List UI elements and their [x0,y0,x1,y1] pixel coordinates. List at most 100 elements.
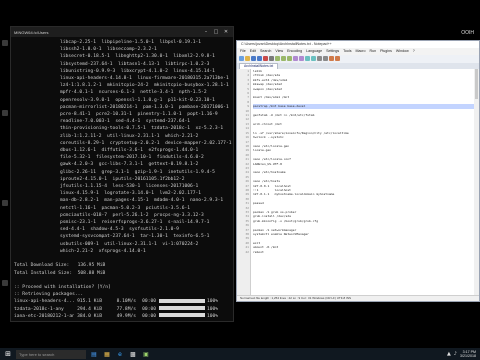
package-list-line: netctl-1.16-1 pacman-5.0.2-3 pciutils-3.… [60,205,190,211]
package-name: tzdata-2018c-1-any [14,306,64,312]
vertical-scrollbar[interactable] [474,69,479,295]
package-list-line: readline-7.0.003-1 sed-4.4-1 systemd-237… [60,119,190,125]
progress-fill [159,298,205,303]
minimize-icon[interactable]: – [202,28,210,36]
edge-browser-icon[interactable]: e [115,349,125,359]
package-size: 294.4 KiB [77,306,102,312]
package-list-line: glibc-2.26-11 grep-3.1-1 gzip-1.9-1 inet… [60,169,215,175]
download-row: linux-api-headers-4... 915.1 KiB 8.10M/s 00… [14,298,232,305]
menu-item[interactable]: Encoding [287,48,302,55]
menu-item[interactable]: Language [306,48,322,55]
windows-start-icon[interactable]: ⊞ [3,349,13,359]
menu-item[interactable]: File [240,48,246,55]
new-file-icon[interactable] [239,56,244,61]
desktop-background: OOIH [236,0,480,40]
terminal-app-icon[interactable]: ▩ [128,349,138,359]
taskbar-search-input[interactable]: Type here to search [16,349,86,359]
scrollbar-thumb[interactable] [475,69,478,99]
open-file-icon[interactable] [245,56,250,61]
task-view-icon[interactable]: ▤ [89,349,99,359]
menu-item[interactable]: Edit [250,48,256,55]
package-name: iana-etc-20180212-1-any [14,313,74,319]
print-icon[interactable] [269,56,274,61]
package-size: 384.0 KiB [77,313,102,319]
package-list-line: mpfr-4.0.1-1 ncurses-6.1-3 nettle-3.4-1 … [60,90,207,96]
package-list-line: libsystemd-237.64-1 libtasn1-4.13-1 libt… [60,61,210,67]
paste-icon[interactable] [287,56,292,61]
gutter-marker [2,40,8,46]
package-list-line: coreutils-8.29-1 cryptsetup-2.0.2-1 devi… [60,140,232,146]
menu-item[interactable]: View [275,48,283,55]
taskbar: ⊞ Type here to search ▤ ▦ e ▩ ▣ ▲ ♪ 3:17… [0,348,480,360]
menu-item[interactable]: Window [396,48,409,55]
package-list-line: which-2.21-2 xfsprogs-4.14.0-1 [60,248,146,254]
save-icon[interactable] [251,56,256,61]
record-macro-icon[interactable] [329,56,334,61]
clock-date: 3/21/2018 [460,354,476,358]
progress-fill [159,313,205,318]
download-rate: 49.9M/s [116,313,136,319]
progress-fill [159,306,205,311]
network-icon[interactable]: ▲ [447,351,451,357]
copy-icon[interactable] [281,56,286,61]
menu-item[interactable]: ? [413,48,415,55]
close-icon[interactable]: ✕ [222,28,230,36]
package-list-line: gawk-4.2.0-3 gcc-libs-7.3.1-1 gettext-0.… [60,162,199,168]
play-macro-icon[interactable] [335,56,340,61]
menu-item[interactable]: Settings [326,48,339,55]
gutter-marker [2,200,8,206]
undo-icon[interactable] [293,56,298,61]
terminal-window[interactable]: MINGW64:/c/Users – □ ✕ libcap-2.25-1 lib… [10,26,234,322]
menu-item[interactable]: Run [370,48,377,55]
close-file-icon[interactable] [263,56,268,61]
notepad-app-icon[interactable]: ▣ [141,349,151,359]
package-list-line: zlib-1:1.2.11-2 util-linux-2.31.1-1 whic… [60,133,199,139]
redo-icon[interactable] [299,56,304,61]
package-list-line: pcmciautils-018-7 perl-5.26.1-2 procps-n… [60,212,204,218]
volume-icon[interactable]: ♪ [454,351,457,357]
zoom-in-icon[interactable] [317,56,322,61]
package-list-line: lz4-1:1.8.1.2-1 mkinitcpio-24-2 mkinitcp… [60,83,229,89]
file-explorer-icon[interactable]: ▦ [102,349,112,359]
package-list-line: libssh2-1.8.0-1 libseccomp-2.3.2-1 [60,47,157,53]
download-row: tzdata-2018c-1-any 294.4 KiB 77.8M/s 00:00 1… [14,306,232,313]
replace-icon[interactable] [311,56,316,61]
terminal-title: MINGW64:/c/Users [14,29,49,35]
terminal-output[interactable]: libcap-2.25-1 libpipeline-1.5.0-1 libpsl… [12,39,232,319]
progress-bar [159,298,205,303]
cut-icon[interactable] [275,56,280,61]
package-list-line: libsecret-0.18.5-1 libnghttp2-1.30.0-1 l… [60,54,215,60]
editor-toolbar [237,55,479,63]
line-number: 42 [245,249,249,254]
download-progress: 100% [159,306,219,313]
download-rate: 77.8M/s [116,306,136,312]
code-line[interactable]: reboot [253,250,479,254]
editor-text-area[interactable]: lsblk cfdisk /dev/sda mkfs.ext4 /dev/sda1 m… [251,69,479,295]
menu-item[interactable]: Plugins [380,48,392,55]
package-list-line: openresolv-3.9.0-1 openssl-1.1.0.g-1 p11… [60,97,215,103]
terminal-titlebar[interactable]: MINGW64:/c/Users – □ ✕ [11,27,233,37]
package-list-line: dbus-1.12.6-1 diffutils-3.6-1 e2fsprogs-… [60,148,199,154]
left-gutter [0,0,10,360]
menu-item[interactable]: Search [260,48,271,55]
channel-logo: OOIH [461,30,474,36]
editor-content[interactable]: 1 2 3 4 5 6 7 8 9 10 11 12 13 14 15 16 17 18 19 20 21 22 23 24 2… [237,69,479,295]
editor-window[interactable]: C:\Users\jovan\Desktop\ArchInstallNotes.… [236,40,480,302]
download-progress: 100% [159,298,219,305]
zoom-out-icon[interactable] [323,56,328,61]
package-list-line: systemd-sysvcompat-237.64-1 tar-1.30-1 t… [60,234,210,240]
progress-percent: 100% [207,306,219,312]
package-list-line: pcre-8.41-1 pcre2-10.31-1 pinentry-1.1.0… [60,112,218,118]
progress-percent: 100% [207,313,219,319]
menu-item[interactable]: Tools [343,48,351,55]
menu-item[interactable]: Macro [356,48,366,55]
find-icon[interactable] [305,56,310,61]
download-row: iana-etc-20180212-1-any 384.0 KiB 49.9M/s 0… [14,313,232,319]
maximize-icon[interactable]: □ [212,28,220,36]
taskbar-clock[interactable]: 3:17 PM 3/21/2018 [460,350,476,358]
package-size: 915.1 KiB [77,299,102,305]
package-list-line: libunistring-0.9.9-3 libxcrypt-4.1.0-2 l… [60,68,215,74]
gutter-marker [2,280,8,286]
save-all-icon[interactable] [257,56,262,61]
download-time: 00:00 [142,313,156,319]
